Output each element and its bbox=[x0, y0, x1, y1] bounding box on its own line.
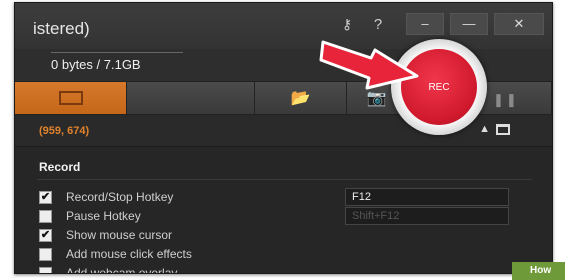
option-webcam-overlay[interactable]: Add webcam overlay bbox=[39, 266, 178, 274]
divider bbox=[51, 52, 183, 53]
restore-icon[interactable] bbox=[496, 123, 510, 135]
checkmark-icon: ✔ bbox=[40, 228, 51, 241]
checkbox[interactable] bbox=[39, 266, 52, 273]
rectangle-icon bbox=[58, 91, 83, 105]
region-coordinates: (959, 674) bbox=[39, 125, 90, 137]
checkbox[interactable] bbox=[39, 209, 52, 223]
pause-hotkey-field[interactable]: Shift+F12 bbox=[345, 207, 509, 225]
maximize-button[interactable]: — bbox=[450, 13, 488, 35]
checkmark-icon: ✔ bbox=[40, 190, 51, 203]
pause-icon[interactable]: ❚❚ bbox=[493, 92, 519, 108]
option-pause-hotkey[interactable]: Pause Hotkey bbox=[39, 209, 141, 223]
storage-usage: 0 bytes / 7.1GB bbox=[51, 57, 141, 72]
folder-icon: 📂 bbox=[290, 90, 311, 107]
checkbox[interactable]: ✔ bbox=[39, 190, 52, 204]
region-capture-button[interactable] bbox=[15, 82, 127, 114]
title-bar: istered) ⚷ ? – — ✕ bbox=[15, 3, 552, 49]
option-mouse-click-effects[interactable]: Add mouse click effects bbox=[39, 247, 192, 261]
close-button[interactable]: ✕ bbox=[494, 13, 544, 35]
panel-controls: ▲ bbox=[479, 123, 510, 135]
record-hotkey-field[interactable]: F12 bbox=[345, 188, 509, 206]
checkbox[interactable] bbox=[39, 247, 52, 261]
option-label: Add webcam overlay bbox=[66, 266, 178, 274]
toolbar-button-2[interactable] bbox=[127, 82, 255, 114]
pointer-arrow-icon bbox=[319, 40, 419, 90]
option-label: Pause Hotkey bbox=[66, 209, 141, 223]
section-title: Record bbox=[39, 160, 81, 174]
collapse-icon[interactable]: ▲ bbox=[479, 123, 490, 135]
option-show-mouse-cursor[interactable]: ✔ Show mouse cursor bbox=[39, 228, 172, 242]
option-label: Add mouse click effects bbox=[66, 247, 192, 261]
record-settings: Record ✔ Record/Stop Hotkey F12 Pause Ho… bbox=[15, 147, 552, 274]
checkbox[interactable]: ✔ bbox=[39, 228, 52, 242]
option-record-stop-hotkey[interactable]: ✔ Record/Stop Hotkey bbox=[39, 190, 173, 204]
divider bbox=[37, 179, 532, 180]
window-title: istered) bbox=[33, 19, 90, 38]
option-label: Show mouse cursor bbox=[66, 228, 173, 242]
option-label: Record/Stop Hotkey bbox=[66, 190, 174, 204]
watermark: How bbox=[512, 262, 565, 280]
app-window: istered) ⚷ ? – — ✕ 0 bytes / 7.1GB 📂 📷 (… bbox=[14, 2, 553, 274]
